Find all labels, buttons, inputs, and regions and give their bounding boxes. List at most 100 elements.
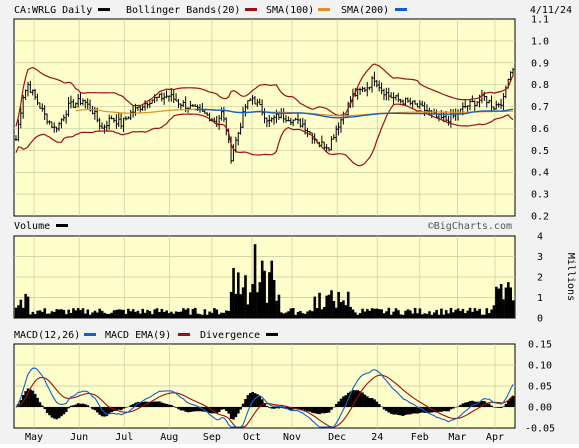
divergence-bar	[459, 405, 462, 407]
volume-bar	[48, 314, 51, 318]
divergence-bar	[187, 407, 190, 412]
divergence-bar	[304, 407, 307, 411]
volume-bar	[72, 308, 75, 318]
divergence-bar	[72, 405, 75, 407]
divergence-bar	[488, 404, 491, 407]
volume-bar	[211, 313, 214, 318]
volume-bar	[302, 313, 305, 318]
divergence-bar	[368, 398, 371, 407]
volume-y-axis: 43210	[537, 232, 543, 325]
divergence-bar	[462, 403, 465, 407]
divergence-bar	[153, 401, 156, 407]
volume-bar	[304, 314, 307, 318]
volume-bar	[77, 308, 80, 318]
x-tick-label: Jul	[115, 432, 133, 443]
volume-bar	[227, 311, 230, 318]
legend-swatch-sma100	[318, 8, 330, 11]
volume-bar	[354, 312, 357, 318]
volume-bar	[175, 311, 178, 318]
divergence-bar	[189, 407, 192, 412]
divergence-bar	[165, 404, 168, 407]
volume-bar	[36, 311, 39, 318]
volume-bar	[225, 310, 228, 318]
watermark: ©BigCharts.com	[428, 221, 512, 232]
divergence-bar	[497, 407, 500, 408]
divergence-bar	[55, 407, 58, 419]
volume-bar	[440, 309, 443, 318]
divergence-bar	[342, 396, 345, 407]
divergence-bar	[443, 407, 446, 411]
divergence-bar	[129, 405, 132, 407]
volume-bar	[359, 313, 362, 318]
volume-bar	[342, 300, 345, 318]
volume-bar	[259, 282, 262, 318]
volume-bar	[385, 311, 388, 318]
volume-bar	[98, 309, 101, 318]
price-tick-label: 0.7	[531, 102, 549, 113]
volume-bar	[380, 309, 383, 318]
price-tick-label: 0.3	[531, 190, 549, 201]
divergence-bar	[232, 407, 235, 419]
volume-bar	[53, 312, 56, 318]
volume-bar	[313, 297, 316, 318]
volume-bar	[352, 310, 355, 318]
divergence-bar	[266, 406, 269, 407]
volume-bar	[495, 287, 498, 318]
macd-tick-label: 0.05	[528, 382, 552, 393]
volume-bar	[294, 315, 297, 318]
divergence-bar	[220, 407, 223, 410]
volume-bar	[345, 305, 348, 318]
divergence-bar	[158, 401, 161, 407]
volume-bar	[144, 313, 147, 318]
divergence-bar	[168, 405, 171, 407]
volume-swatch	[56, 224, 68, 227]
divergence-bar	[414, 407, 417, 413]
divergence-bar	[177, 407, 180, 409]
divergence-bar	[495, 407, 498, 408]
volume-tick-label: 0	[537, 314, 543, 325]
volume-bar	[397, 310, 400, 318]
price-tick-label: 0.4	[531, 168, 549, 179]
volume-bar	[349, 307, 352, 318]
x-tick-label: May	[25, 432, 43, 443]
macd-tick-label: -0.05	[525, 424, 555, 435]
price-tick-label: 0.9	[531, 58, 549, 69]
volume-bar	[113, 310, 116, 318]
divergence-bar	[273, 407, 276, 409]
volume-bar	[368, 311, 371, 318]
volume-bar	[447, 313, 450, 318]
x-tick-label: 24	[371, 432, 383, 443]
divergence-bar	[227, 407, 230, 414]
volume-bar	[96, 312, 99, 318]
volume-bar	[170, 312, 173, 318]
macd-legend-swatch-divergence	[266, 333, 278, 336]
divergence-bar	[84, 404, 87, 407]
volume-bar	[371, 308, 374, 318]
divergence-bar	[404, 407, 407, 415]
volume-bar	[75, 310, 78, 318]
volume-bar	[471, 312, 474, 318]
price-y-axis: 1.11.00.90.80.70.60.50.40.30.2	[531, 15, 549, 223]
volume-bar	[404, 311, 407, 318]
divergence-bar	[244, 399, 247, 407]
volume-bar	[433, 312, 436, 318]
volume-bar	[163, 312, 166, 318]
volume-bar	[278, 295, 281, 318]
volume-bar	[270, 261, 273, 318]
volume-bar	[478, 309, 481, 318]
x-tick-label: Nov	[283, 432, 301, 443]
volume-bar	[51, 311, 54, 318]
volume-bar	[263, 271, 266, 318]
volume-bar	[438, 315, 441, 318]
divergence-bar	[450, 407, 453, 409]
divergence-bar	[247, 395, 250, 407]
volume-bar	[34, 314, 37, 318]
divergence-bar	[364, 395, 367, 407]
volume-bar	[493, 305, 496, 318]
volume-bar	[376, 309, 379, 318]
volume-bar	[502, 299, 505, 318]
divergence-bar	[512, 396, 515, 407]
volume-bar	[500, 284, 503, 318]
divergence-bar	[182, 407, 185, 411]
volume-tick-label: 1	[537, 293, 543, 304]
